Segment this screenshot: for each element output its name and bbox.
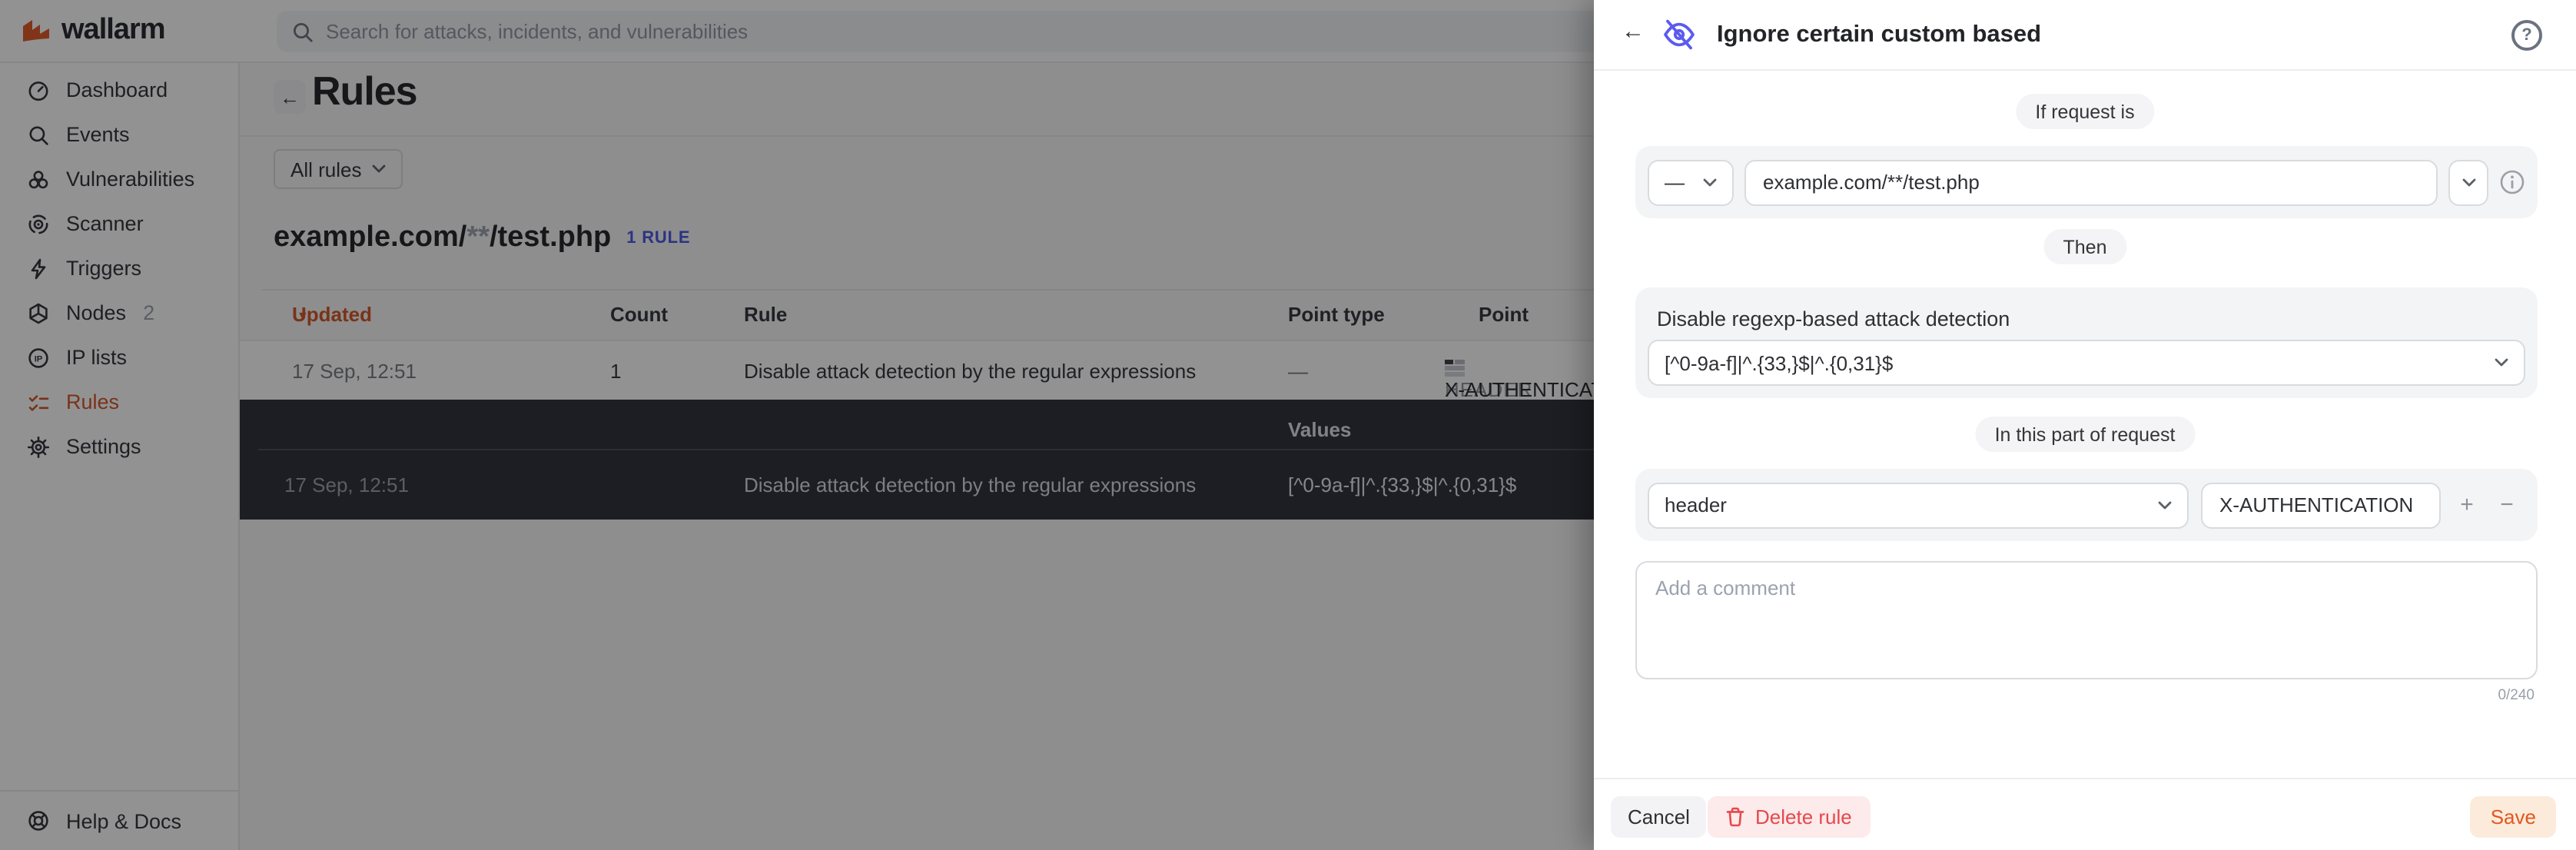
help-icon[interactable]: ?	[2511, 20, 2542, 51]
chevron-down-icon	[2495, 358, 2508, 367]
info-icon[interactable]	[2499, 169, 2525, 195]
comment-char-counter: 0/240	[2498, 687, 2535, 704]
then-pill: Then	[2043, 229, 2127, 264]
action-label: Disable regexp-based attack detection	[1657, 307, 2010, 330]
uri-input[interactable]	[1744, 159, 2438, 205]
drawer-back-button[interactable]: ←	[1622, 18, 1645, 45]
regex-select[interactable]: [^0-9a-f]|^.{33,}$|^.{0,31}$	[1648, 340, 2525, 386]
back-arrow-icon: ←	[1622, 18, 1645, 45]
if-request-is-pill: If request is	[2015, 94, 2154, 129]
request-part-pill: In this part of request	[1975, 417, 2196, 452]
drawer-title: Ignore certain custom based	[1717, 22, 2041, 49]
comment-textarea[interactable]	[1635, 561, 2538, 679]
trash-icon	[1726, 807, 1744, 827]
part-value-input[interactable]	[2201, 482, 2441, 528]
remove-part-button[interactable]: −	[2493, 492, 2521, 518]
action-card: Disable regexp-based attack detection [^…	[1635, 287, 2538, 398]
delete-rule-button[interactable]: Delete rule	[1708, 796, 1871, 838]
add-part-button[interactable]: +	[2453, 492, 2481, 518]
eye-off-icon	[1661, 17, 1697, 52]
cancel-button[interactable]: Cancel	[1611, 796, 1707, 838]
save-button[interactable]: Save	[2471, 796, 2556, 838]
edit-rule-drawer: ← Ignore certain custom based ? If reque…	[1594, 0, 2576, 850]
app-window: wallarm Search for attacks, incidents, a…	[0, 0, 2576, 850]
condition-mode-select[interactable]	[2448, 159, 2488, 205]
chevron-down-icon	[1703, 178, 1717, 187]
condition-card: —	[1635, 146, 2538, 218]
drawer-footer: Cancel Delete rule Save	[1594, 778, 2576, 850]
request-part-card: header + −	[1635, 469, 2538, 541]
part-type-select[interactable]: header	[1648, 482, 2189, 528]
condition-operator-select[interactable]: —	[1648, 159, 1734, 205]
chevron-down-icon	[2461, 178, 2475, 187]
drawer-header: ← Ignore certain custom based ?	[1594, 0, 2576, 71]
chevron-down-icon	[2158, 500, 2172, 510]
